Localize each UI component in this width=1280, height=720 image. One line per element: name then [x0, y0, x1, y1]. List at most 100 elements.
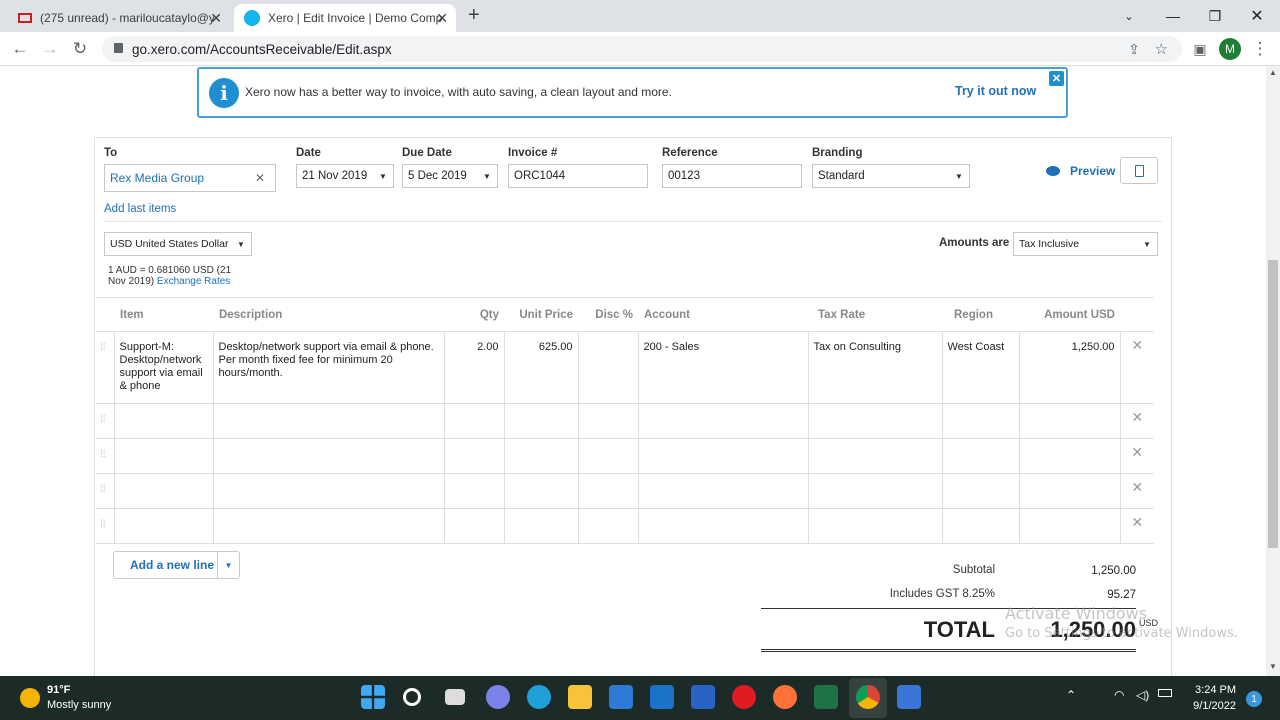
cell-amount[interactable] [1018, 473, 1121, 509]
date-field[interactable]: 21 Nov 2019 ▼ [296, 164, 394, 188]
weather-sun-icon[interactable] [20, 688, 40, 708]
battery-icon[interactable] [1158, 689, 1172, 697]
cell-unit-price[interactable] [503, 403, 579, 439]
close-tab-icon[interactable]: ✕ [436, 10, 448, 27]
cell-description[interactable] [212, 508, 445, 544]
close-tab-icon[interactable]: ✕ [210, 10, 222, 27]
table-row[interactable]: ⁞⁞ ✕ [96, 403, 1154, 439]
due-date-field[interactable]: 5 Dec 2019 ▼ [402, 164, 498, 188]
clear-contact-icon[interactable]: ✕ [255, 171, 265, 185]
preview-link[interactable]: Preview [1046, 164, 1115, 178]
cell-qty[interactable] [443, 403, 505, 439]
menu-kebab-icon[interactable]: ⋮ [1248, 38, 1272, 60]
excel-icon[interactable] [814, 685, 838, 709]
clock-time[interactable]: 3:24 PM [1186, 684, 1236, 696]
clock-date[interactable]: 9/1/2022 [1176, 700, 1236, 712]
cell-account[interactable]: 200 - Sales [637, 331, 809, 404]
delete-row-icon[interactable]: ✕ [1119, 331, 1154, 404]
cell-amount[interactable] [1018, 403, 1121, 439]
cell-disc[interactable] [577, 473, 639, 509]
cell-amount[interactable]: 1,250.00 [1018, 331, 1121, 404]
back-icon[interactable]: ← [8, 38, 32, 60]
delete-row-icon[interactable]: ✕ [1119, 438, 1154, 474]
scroll-up-icon[interactable]: ▲ [1269, 68, 1277, 77]
wifi-icon[interactable]: ◠ [1114, 688, 1124, 702]
share-icon[interactable]: ⇪ [1128, 41, 1140, 58]
cell-qty[interactable]: 2.00 [443, 331, 505, 404]
cell-description[interactable] [212, 403, 445, 439]
scrollbar-thumb[interactable] [1268, 260, 1278, 548]
delete-row-icon[interactable]: ✕ [1119, 403, 1154, 439]
search-icon[interactable] [403, 688, 421, 706]
delete-row-icon[interactable]: ✕ [1119, 473, 1154, 509]
cell-tax-rate[interactable]: Tax on Consulting [807, 331, 943, 404]
bookmark-star-icon[interactable]: ☆ [1155, 40, 1168, 58]
forward-icon[interactable]: → [38, 38, 62, 60]
to-contact-field[interactable]: Rex Media Group ✕ [104, 164, 276, 192]
app-icon[interactable] [691, 685, 715, 709]
file-explorer-icon[interactable] [568, 685, 592, 709]
table-row[interactable]: ⁞⁞ ✕ [96, 473, 1154, 509]
drag-handle-icon[interactable]: ⁞⁞ [96, 331, 115, 404]
cell-item[interactable] [113, 473, 214, 509]
close-window-icon[interactable]: ✕ [1234, 2, 1280, 30]
cell-region[interactable] [941, 403, 1020, 439]
reload-icon[interactable]: ↻ [68, 38, 92, 60]
drag-handle-icon[interactable]: ⁞⁞ [96, 508, 115, 544]
drag-handle-icon[interactable]: ⁞⁞ [96, 438, 115, 474]
cell-disc[interactable] [577, 403, 639, 439]
cell-tax-rate[interactable] [807, 508, 943, 544]
cell-item[interactable] [113, 438, 214, 474]
cell-qty[interactable] [443, 508, 505, 544]
address-bar[interactable]: go.xero.com/AccountsReceivable/Edit.aspx… [102, 36, 1182, 62]
add-last-items-link[interactable]: Add last items [104, 203, 176, 215]
banner-close-icon[interactable]: ✕ [1049, 71, 1064, 86]
cell-description[interactable] [212, 438, 445, 474]
new-tab-icon[interactable]: + [468, 4, 480, 27]
profile-avatar[interactable]: M [1219, 38, 1241, 60]
chrome-icon[interactable] [856, 685, 880, 709]
tab-search-icon[interactable]: ⌄ [1106, 2, 1152, 30]
weather-condition[interactable]: Mostly sunny [47, 699, 111, 711]
task-view-icon[interactable] [445, 689, 465, 705]
table-row[interactable]: ⁞⁞ Support-M: Desktop/network support vi… [96, 331, 1154, 404]
restore-icon[interactable]: ❐ [1192, 2, 1238, 30]
cell-unit-price[interactable]: 625.00 [503, 331, 579, 404]
exchange-rates-link[interactable]: Exchange Rates [157, 276, 230, 287]
cell-unit-price[interactable] [503, 438, 579, 474]
minimize-icon[interactable]: — [1150, 2, 1196, 30]
cell-account[interactable] [637, 438, 809, 474]
tab-gmail[interactable]: (275 unread) - mariloucataylo@y ✕ [8, 4, 230, 32]
cell-unit-price[interactable] [503, 508, 579, 544]
cell-description[interactable]: Desktop/network support via email & phon… [212, 331, 445, 404]
cell-amount[interactable] [1018, 438, 1121, 474]
branding-select[interactable]: Standard ▼ [812, 164, 970, 188]
currency-dropdown-icon[interactable]: ▼ [231, 233, 251, 255]
side-panel-icon[interactable]: ▣ [1188, 38, 1212, 60]
reference-field[interactable]: 00123 [662, 164, 802, 188]
cell-description[interactable] [212, 473, 445, 509]
cell-account[interactable] [637, 403, 809, 439]
cell-qty[interactable] [443, 438, 505, 474]
cell-tax-rate[interactable] [807, 438, 943, 474]
mail-icon[interactable] [650, 685, 674, 709]
volume-icon[interactable]: ◁) [1136, 688, 1149, 702]
calendar-app-icon[interactable] [897, 685, 921, 709]
add-line-dropdown-icon[interactable]: ▼ [217, 552, 239, 578]
cell-account[interactable] [637, 473, 809, 509]
cell-account[interactable] [637, 508, 809, 544]
amounts-are-dropdown-icon[interactable]: ▼ [1137, 233, 1157, 255]
cell-disc[interactable] [577, 331, 639, 404]
scroll-down-icon[interactable]: ▼ [1269, 662, 1277, 671]
start-icon[interactable] [361, 685, 385, 709]
cell-disc[interactable] [577, 438, 639, 474]
tab-xero[interactable]: Xero | Edit Invoice | Demo Comp ✕ [234, 4, 456, 32]
cell-item[interactable] [113, 508, 214, 544]
drag-handle-icon[interactable]: ⁞⁞ [96, 403, 115, 439]
branding-dropdown-icon[interactable]: ▼ [949, 165, 969, 187]
cell-tax-rate[interactable] [807, 403, 943, 439]
cell-region[interactable] [941, 508, 1020, 544]
table-row[interactable]: ⁞⁞ ✕ [96, 508, 1154, 544]
copy-invoice-button[interactable] [1120, 157, 1158, 184]
notification-badge[interactable]: 1 [1246, 691, 1262, 707]
